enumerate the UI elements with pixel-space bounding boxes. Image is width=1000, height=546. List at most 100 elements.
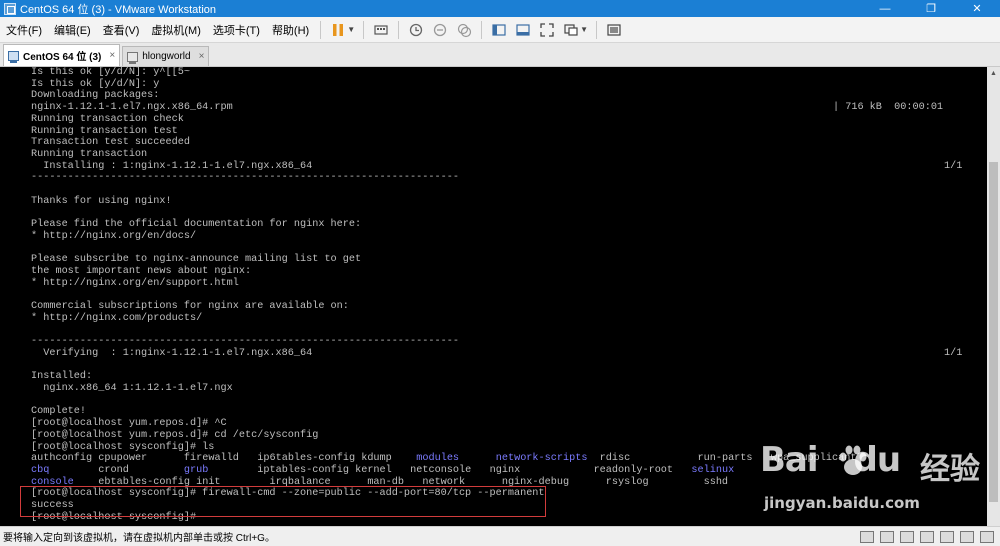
- unity-view-icon[interactable]: [560, 20, 582, 40]
- console-line: Thanks for using nginx!: [31, 195, 172, 207]
- ls-entry: iptables-config: [257, 464, 349, 476]
- console-line: * http://nginx.org/en/support.html: [31, 277, 239, 289]
- fullscreen-icon[interactable]: [536, 20, 558, 40]
- vm-tab-bar: CentOS 64 位 (3) × hlongworld ×: [0, 43, 1000, 67]
- ls-entry: authconfig: [31, 453, 93, 465]
- snapshot-icon[interactable]: [405, 20, 427, 40]
- command-highlight-box: [20, 486, 546, 517]
- ls-entry: netconsole: [410, 464, 472, 476]
- ls-entry: run-parts: [697, 453, 753, 465]
- vm-icon: [8, 50, 19, 63]
- toolbar-separator: [596, 20, 598, 39]
- menu-toolbar: 文件(F) 编辑(E) 查看(V) 虚拟机(M) 选项卡(T) 帮助(H) ▼ …: [0, 17, 1000, 43]
- vmware-app-icon: [4, 2, 16, 15]
- ls-entry: kdump: [361, 453, 392, 465]
- tab-label: hlongworld: [142, 51, 191, 62]
- tab-centos[interactable]: CentOS 64 位 (3) ×: [3, 44, 121, 66]
- revert-snapshot-icon[interactable]: [429, 20, 451, 40]
- console-line: * http://nginx.com/products/: [31, 312, 203, 324]
- close-button[interactable]: ✕: [954, 0, 1000, 17]
- ls-entry: readonly-root: [593, 464, 674, 476]
- console-line: Running transaction check: [31, 113, 184, 125]
- chevron-down-icon[interactable]: ▼: [347, 25, 355, 34]
- pause-icon[interactable]: [327, 20, 349, 40]
- hard-disk-icon[interactable]: [860, 530, 874, 543]
- download-stats: | 716 kB 00:00:01: [833, 102, 944, 113]
- ls-entry: cpupower: [98, 453, 148, 465]
- console-line: Please subscribe to nginx-announce maili…: [31, 254, 362, 266]
- network-adapter-icon[interactable]: [900, 530, 914, 543]
- console-line: the most important news about nginx:: [31, 265, 252, 277]
- console-line: [root@localhost yum.repos.d]# cd /etc/sy…: [31, 429, 319, 441]
- vm-console-screen[interactable]: Is this ok [y/d/N]: y^[[5~ Is this ok [y…: [0, 67, 987, 526]
- console-line: Please find the official documentation f…: [31, 219, 362, 231]
- console-line: nginx-1.12.1-1.el7.ngx.x86_64.rpm: [31, 102, 233, 114]
- console-scrollbar[interactable]: ▲: [987, 67, 1000, 526]
- minimize-button[interactable]: —: [862, 0, 908, 17]
- sound-card-icon[interactable]: [940, 530, 954, 543]
- toolbar-separator: [481, 20, 483, 39]
- console-line: ----------------------------------------…: [31, 336, 459, 348]
- printer-icon[interactable]: [960, 530, 974, 543]
- scroll-up-icon[interactable]: ▲: [987, 67, 1000, 80]
- menu-tabs[interactable]: 选项卡(T): [207, 22, 266, 38]
- ls-entry: grub: [183, 464, 209, 476]
- console-line: Commercial subscriptions for nginx are a…: [31, 301, 349, 313]
- close-icon[interactable]: ×: [199, 51, 205, 62]
- verify-progress: 1/1: [944, 348, 963, 359]
- console-line: * http://nginx.org/en/docs/: [31, 230, 197, 242]
- console-line: ----------------------------------------…: [31, 172, 459, 184]
- toolbar-separator: [363, 20, 365, 39]
- ls-entry: modules: [416, 453, 460, 465]
- console-line: Transaction test succeeded: [31, 137, 190, 149]
- ls-entry: wpa_supplicant: [770, 453, 857, 465]
- console-line: Running transaction: [31, 148, 148, 160]
- thumbnail-view-icon[interactable]: [603, 20, 625, 40]
- window-title: CentOS 64 位 (3) - VMware Workstation: [20, 3, 217, 16]
- usb-icon[interactable]: [920, 530, 934, 543]
- install-progress: 1/1: [944, 161, 963, 172]
- tab-label: CentOS 64 位 (3): [23, 52, 102, 63]
- ls-entry: firewalld: [183, 453, 239, 465]
- console-line: Is this ok [y/d/N]: y^[[5~: [31, 67, 190, 78]
- scrollbar-thumb[interactable]: [989, 162, 998, 502]
- console-line: Installing : 1:nginx-1.12.1-1.el7.ngx.x8…: [31, 160, 313, 172]
- ls-entry: kernel: [355, 464, 392, 476]
- menu-file[interactable]: 文件(F): [0, 22, 48, 38]
- ls-entry: rsyslog: [605, 476, 649, 488]
- title-bar: CentOS 64 位 (3) - VMware Workstation — ❐…: [0, 0, 1000, 17]
- console-line: nginx.x86_64 1:1.12.1-1.el7.ngx: [31, 382, 233, 394]
- status-hint: 要将输入定向到该虚拟机，请在虚拟机内部单击或按 Ctrl+G。: [3, 533, 275, 544]
- console-line: Complete!: [31, 406, 87, 418]
- snapshot-manager-icon[interactable]: [453, 20, 475, 40]
- ls-entry: cbq: [31, 464, 50, 476]
- close-icon[interactable]: ×: [109, 50, 115, 61]
- console-line: Downloading packages:: [31, 90, 160, 102]
- menu-vm[interactable]: 虚拟机(M): [145, 22, 207, 38]
- restore-button[interactable]: ❐: [908, 0, 954, 17]
- ls-entry: crond: [98, 464, 129, 476]
- console-line: [root@localhost sysconfig]# ls: [31, 441, 215, 453]
- ls-entry: ip6tables-config: [257, 453, 356, 465]
- cd-rom-icon[interactable]: [880, 530, 894, 543]
- console-view-icon[interactable]: [512, 20, 534, 40]
- sidebar-view-icon[interactable]: [488, 20, 510, 40]
- display-icon[interactable]: [980, 530, 994, 543]
- menu-view[interactable]: 查看(V): [97, 22, 146, 38]
- tab-hlongworld[interactable]: hlongworld ×: [122, 46, 210, 66]
- menu-help[interactable]: 帮助(H): [266, 22, 315, 38]
- ls-row: cbq crond grub iptables-config kernel ne…: [31, 465, 765, 476]
- chevron-down-icon[interactable]: ▼: [580, 25, 588, 34]
- ls-entry: sshd: [703, 476, 729, 488]
- vm-icon: [127, 51, 139, 64]
- ls-entry: selinux: [691, 464, 735, 476]
- toolbar-separator: [320, 20, 322, 39]
- menu-edit[interactable]: 编辑(E): [48, 22, 97, 38]
- ls-row: authconfig cpupower firewalld ip6tables-…: [31, 453, 856, 464]
- status-bar: 要将输入定向到该虚拟机，请在虚拟机内部单击或按 Ctrl+G。: [0, 526, 1000, 546]
- console-line: Is this ok [y/d/N]: y: [31, 78, 160, 90]
- console-line: [root@localhost yum.repos.d]# ^C: [31, 418, 227, 430]
- toolbar-separator: [398, 20, 400, 39]
- send-keys-icon[interactable]: [370, 20, 392, 40]
- console-text: Is this ok [y/d/N]: y^[[5~ Is this ok [y…: [31, 67, 856, 523]
